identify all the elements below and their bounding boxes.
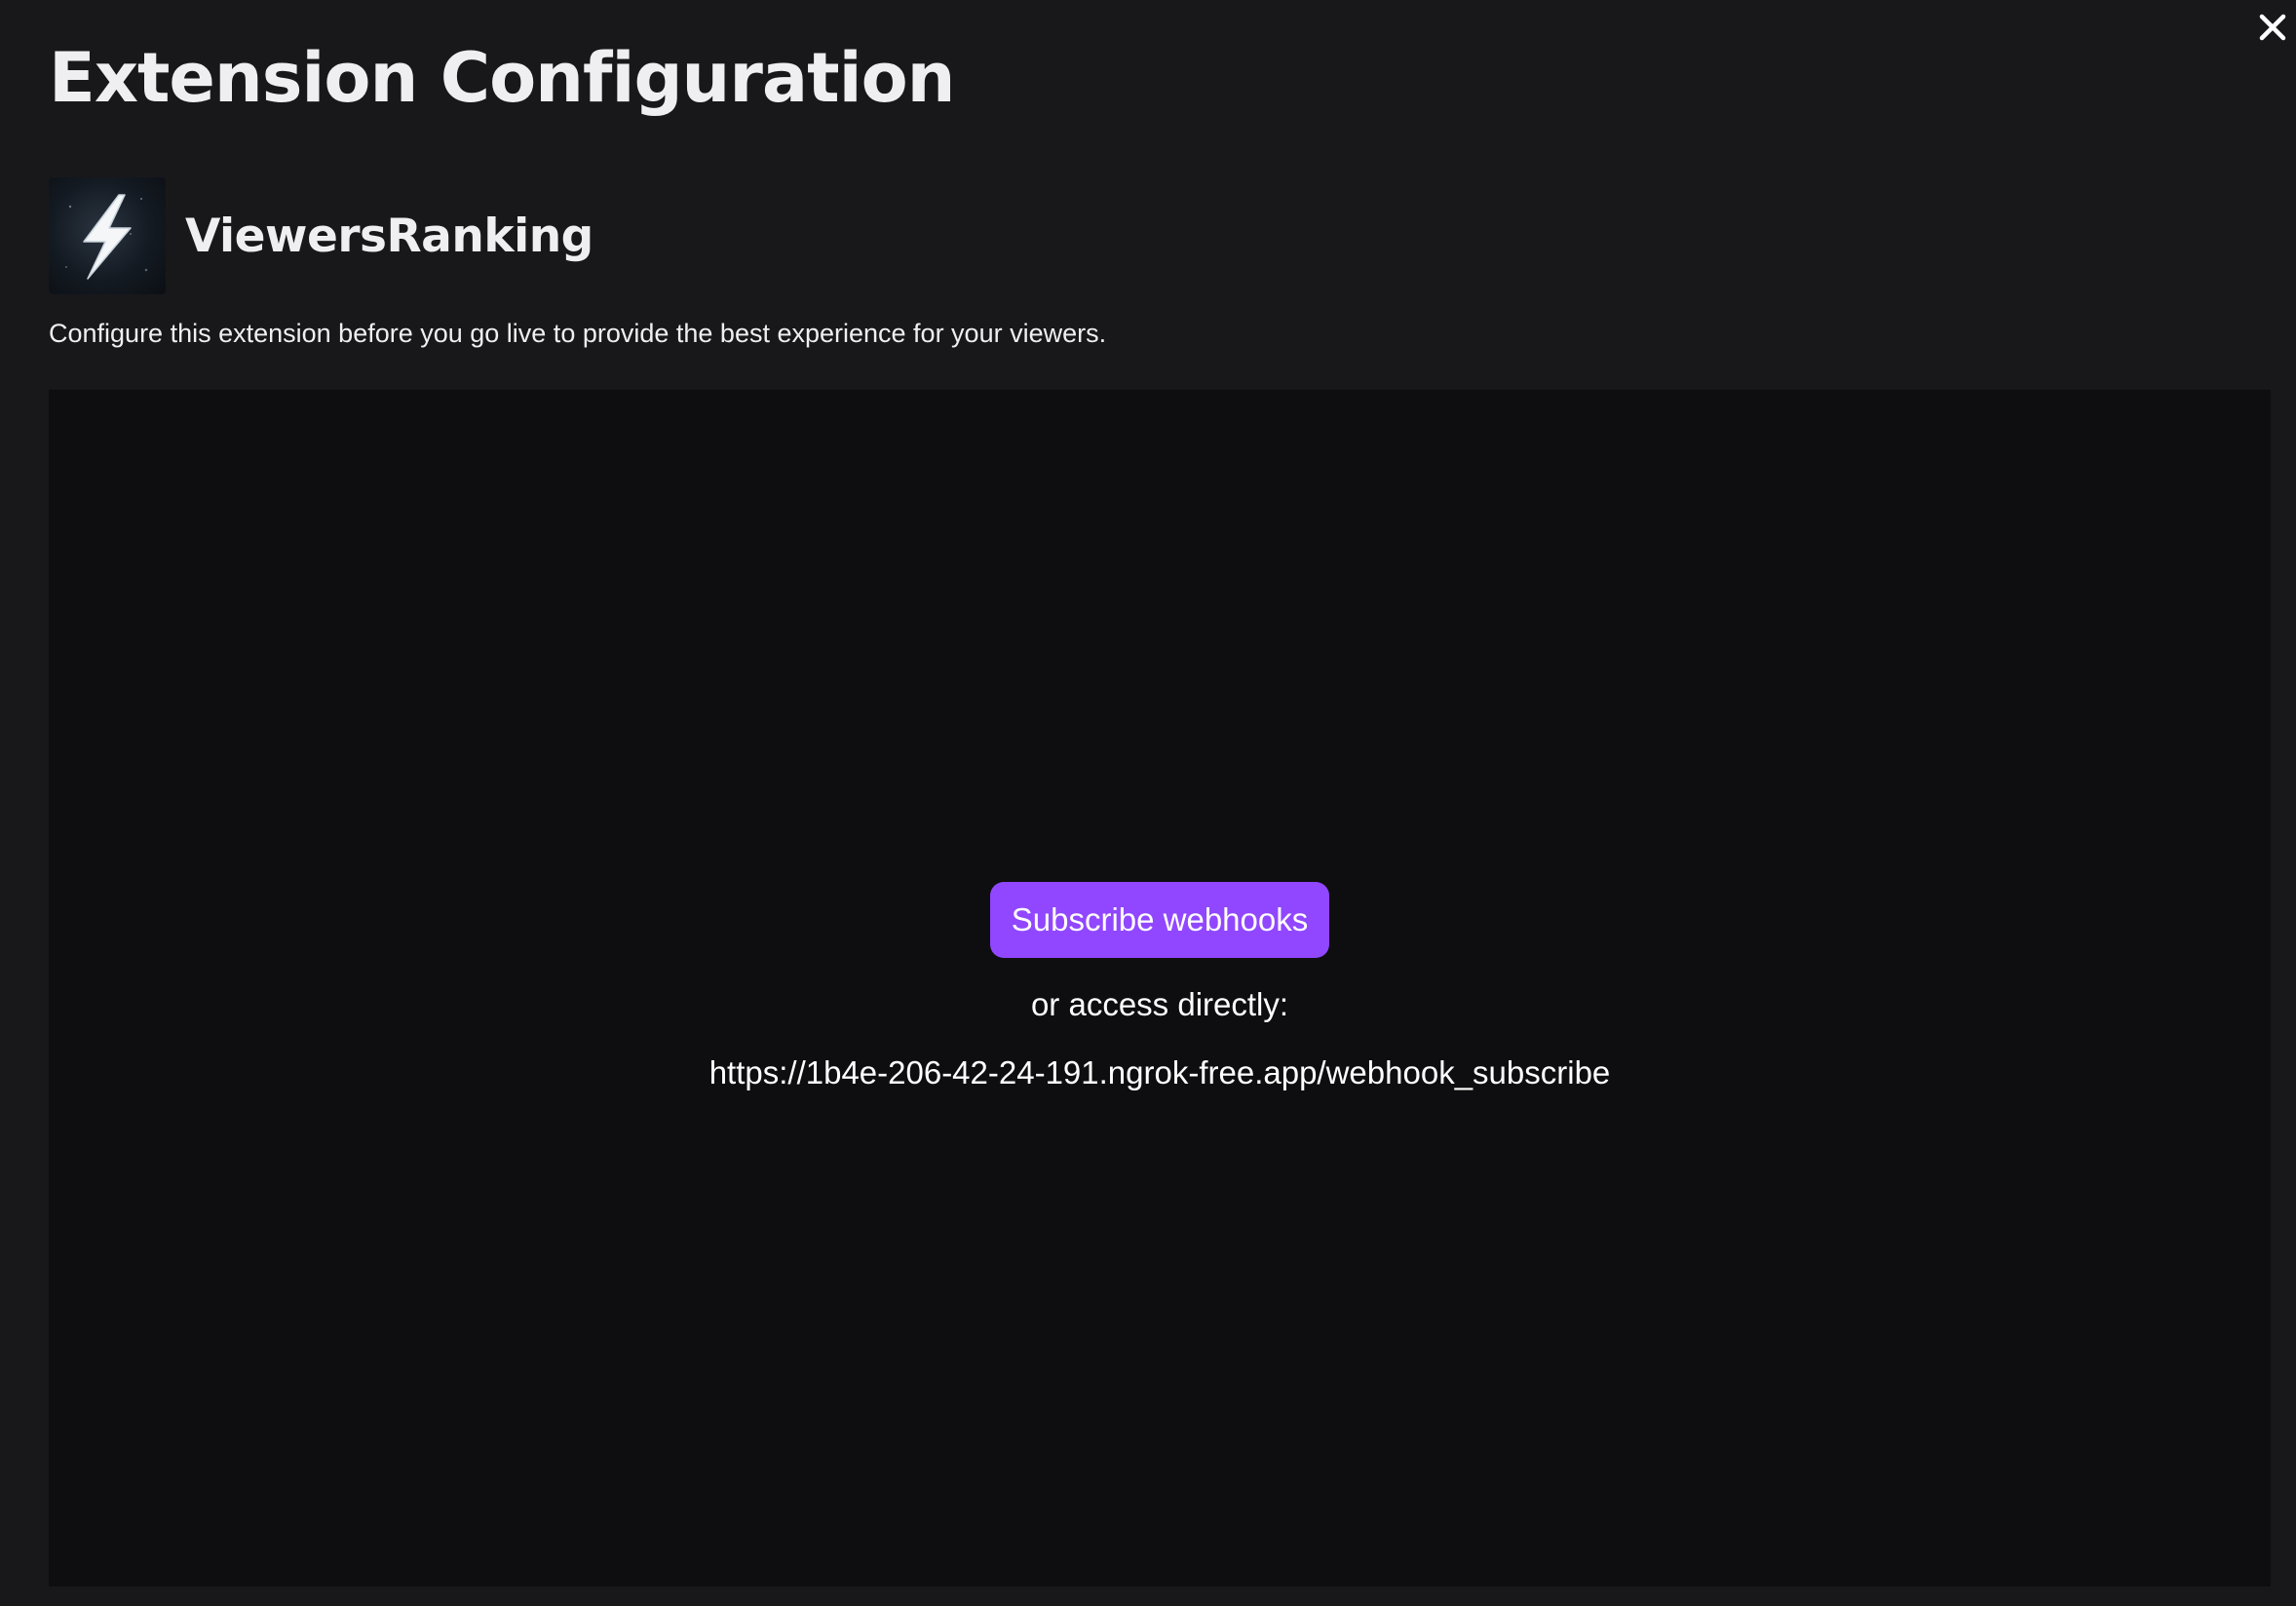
extension-logo [49, 177, 166, 294]
close-button[interactable] [2251, 6, 2294, 49]
extension-name: ViewersRanking [185, 209, 593, 263]
config-panel-content: Subscribe webhooks or access directly: h… [49, 882, 2271, 1092]
page-title: Extension Configuration [49, 38, 956, 118]
extension-config-frame: Subscribe webhooks or access directly: h… [49, 390, 2271, 1587]
lightning-bolt-icon [65, 194, 148, 280]
access-directly-label: or access directly: [1030, 986, 1289, 1022]
extension-description: Configure this extension before you go l… [49, 319, 1107, 348]
extension-config-modal: Extension Configuration ViewersRanking C… [0, 0, 2296, 1606]
close-icon [2259, 14, 2286, 41]
webhook-url-link[interactable]: https://1b4e-206-42-24-191.ngrok-free.ap… [709, 1053, 1611, 1092]
subscribe-webhooks-button[interactable]: Subscribe webhooks [989, 882, 1330, 958]
extension-header: ViewersRanking [49, 177, 593, 294]
